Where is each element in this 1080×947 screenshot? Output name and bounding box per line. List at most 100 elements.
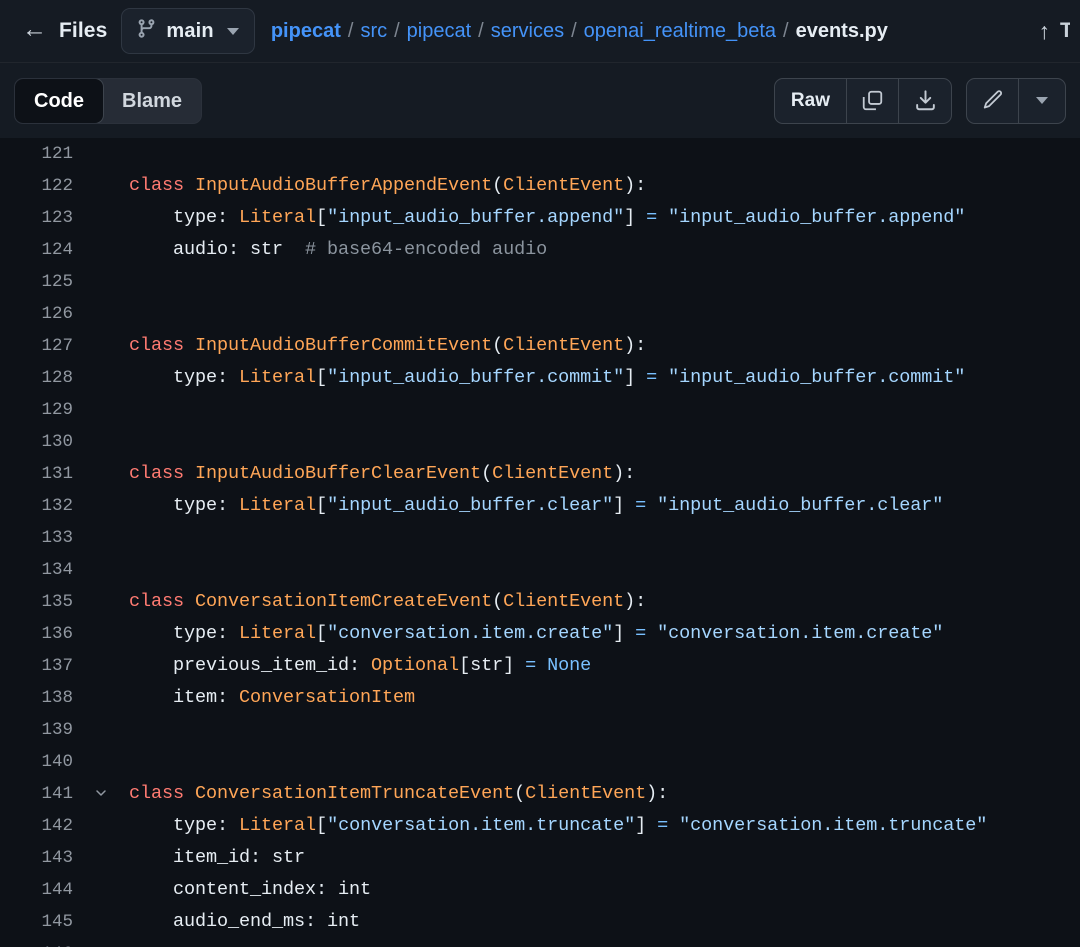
line-number[interactable]: 138	[0, 682, 73, 714]
line-number[interactable]: 124	[0, 234, 73, 266]
code-token: content_index: int	[129, 879, 371, 900]
breadcrumb-current-file: events.py	[796, 20, 888, 43]
fold-chevron-down-icon[interactable]	[73, 778, 129, 810]
line-number[interactable]: 145	[0, 906, 73, 938]
code-token: type:	[129, 815, 239, 836]
code-token: [	[316, 367, 327, 388]
breadcrumb-segment[interactable]: pipecat	[407, 20, 472, 43]
code-line-content[interactable]: item: ConversationItem	[129, 682, 1080, 714]
code-line: 146	[0, 938, 1080, 947]
code-line-content[interactable]	[129, 298, 1080, 330]
code-token: =	[646, 367, 657, 388]
line-number[interactable]: 125	[0, 266, 73, 298]
code-line-content[interactable]	[129, 714, 1080, 746]
code-token: Literal	[239, 815, 316, 836]
code-line-content[interactable]	[129, 938, 1080, 947]
line-number[interactable]: 130	[0, 426, 73, 458]
code-token: type:	[129, 207, 239, 228]
breadcrumb-separator: /	[478, 20, 484, 43]
code-token: ]	[624, 367, 646, 388]
edit-menu-group	[966, 78, 1066, 124]
chevron-down-icon[interactable]	[1019, 79, 1065, 123]
line-number[interactable]: 133	[0, 522, 73, 554]
line-number[interactable]: 134	[0, 554, 73, 586]
code-line-content[interactable]	[129, 554, 1080, 586]
line-number[interactable]: 135	[0, 586, 73, 618]
line-number[interactable]: 143	[0, 842, 73, 874]
code-line-content[interactable]	[129, 522, 1080, 554]
code-line: 129	[0, 394, 1080, 426]
line-number[interactable]: 122	[0, 170, 73, 202]
code-line: 122 class InputAudioBufferAppendEvent(Cli…	[0, 170, 1080, 202]
breadcrumb-segment[interactable]: src	[360, 20, 387, 43]
line-number[interactable]: 132	[0, 490, 73, 522]
line-number[interactable]: 123	[0, 202, 73, 234]
line-number[interactable]: 131	[0, 458, 73, 490]
tab-blame[interactable]: Blame	[103, 79, 201, 123]
code-line-content[interactable]: audio_end_ms: int	[129, 906, 1080, 938]
code-line-content[interactable]: class ConversationItemTruncateEvent(Clie…	[129, 778, 1080, 810]
line-number[interactable]: 126	[0, 298, 73, 330]
line-number[interactable]: 128	[0, 362, 73, 394]
breadcrumb-segment[interactable]: pipecat	[271, 20, 341, 43]
code-token: InputAudioBufferCommitEvent	[195, 335, 492, 356]
code-line: 145 audio_end_ms: int	[0, 906, 1080, 938]
line-number[interactable]: 139	[0, 714, 73, 746]
code-line-content[interactable]: class ConversationItemCreateEvent(Client…	[129, 586, 1080, 618]
code-token: "conversation.item.truncate"	[679, 815, 987, 836]
line-number[interactable]: 146	[0, 938, 73, 947]
pencil-icon[interactable]	[967, 79, 1019, 123]
tab-code[interactable]: Code	[14, 78, 104, 124]
code-token: ):	[624, 335, 646, 356]
line-number[interactable]: 129	[0, 394, 73, 426]
code-token: "input_audio_buffer.commit"	[327, 367, 624, 388]
code-line-content[interactable]	[129, 426, 1080, 458]
code-line: 139	[0, 714, 1080, 746]
branch-selector-button[interactable]: main	[121, 8, 254, 54]
code-line-content[interactable]: class InputAudioBufferCommitEvent(Client…	[129, 330, 1080, 362]
code-line-content[interactable]: type: Literal["input_audio_buffer.commit…	[129, 362, 1080, 394]
code-line-content[interactable]: item_id: str	[129, 842, 1080, 874]
line-number[interactable]: 144	[0, 874, 73, 906]
code-line-content[interactable]	[129, 266, 1080, 298]
code-token: =	[525, 655, 536, 676]
clipped-action-label[interactable]: T	[1060, 19, 1070, 43]
arrow-up-icon[interactable]: ↑	[1039, 20, 1051, 43]
code-token: previous_item_id:	[129, 655, 371, 676]
breadcrumb-segment[interactable]: services	[491, 20, 564, 43]
code-viewer[interactable]: 121 122 class InputAudioBufferAppendEvent…	[0, 138, 1080, 947]
branch-name-label: main	[166, 20, 213, 43]
line-number[interactable]: 140	[0, 746, 73, 778]
line-number[interactable]: 136	[0, 618, 73, 650]
copy-icon[interactable]	[847, 79, 899, 123]
line-number[interactable]: 127	[0, 330, 73, 362]
code-line-content[interactable]: type: Literal["input_audio_buffer.clear"…	[129, 490, 1080, 522]
code-token: type:	[129, 623, 239, 644]
breadcrumb-segment[interactable]: openai_realtime_beta	[584, 20, 776, 43]
code-line: 142 type: Literal["conversation.item.tru…	[0, 810, 1080, 842]
code-line-content[interactable]: class InputAudioBufferAppendEvent(Client…	[129, 170, 1080, 202]
breadcrumb-separator: /	[348, 20, 354, 43]
code-line-content[interactable]: type: Literal["input_audio_buffer.append…	[129, 202, 1080, 234]
code-line-content[interactable]: type: Literal["conversation.item.create"…	[129, 618, 1080, 650]
files-breadcrumb-link[interactable]: Files	[59, 19, 107, 43]
code-token: Optional	[371, 655, 459, 676]
line-number[interactable]: 141	[0, 778, 73, 810]
code-line-content[interactable]	[129, 746, 1080, 778]
line-number[interactable]: 121	[0, 138, 73, 170]
code-token: ]	[624, 207, 646, 228]
raw-button[interactable]: Raw	[775, 79, 847, 123]
code-line-content[interactable]: previous_item_id: Optional[str] = None	[129, 650, 1080, 682]
code-line-content[interactable]: class InputAudioBufferClearEvent(ClientE…	[129, 458, 1080, 490]
line-number[interactable]: 137	[0, 650, 73, 682]
code-line-content[interactable]: audio: str # base64-encoded audio	[129, 234, 1080, 266]
code-token: Literal	[239, 623, 316, 644]
download-icon[interactable]	[899, 79, 951, 123]
code-token: class	[129, 591, 195, 612]
code-line-content[interactable]	[129, 138, 1080, 170]
code-line-content[interactable]: content_index: int	[129, 874, 1080, 906]
arrow-left-icon[interactable]: ←	[14, 13, 55, 49]
code-line-content[interactable]: type: Literal["conversation.item.truncat…	[129, 810, 1080, 842]
line-number[interactable]: 142	[0, 810, 73, 842]
code-line-content[interactable]	[129, 394, 1080, 426]
